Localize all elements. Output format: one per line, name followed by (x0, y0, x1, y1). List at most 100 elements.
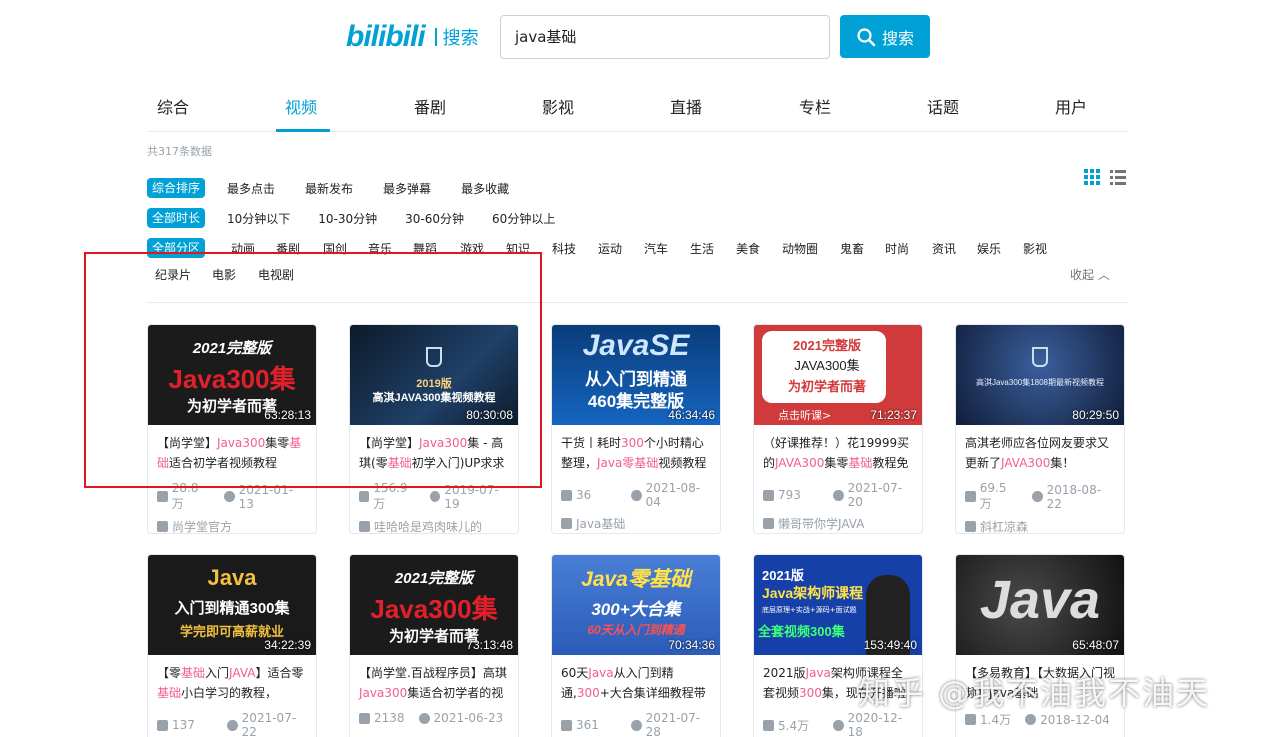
clock-icon (418, 712, 430, 724)
play-count-icon (763, 489, 774, 501)
video-title[interactable]: （好课推荐！）花19999买的JAVA300集零基础教程免 (754, 425, 922, 475)
sort-option[interactable]: 最多收藏 (461, 180, 509, 197)
zone-option[interactable]: 知识 (506, 240, 530, 257)
video-title[interactable]: 【零基础入门JAVA】适合零基础小白学习的教程， (148, 655, 316, 705)
video-duration: 73:13:48 (466, 638, 513, 652)
duration-option[interactable]: 60分钟以上 (492, 210, 555, 227)
zone-option[interactable]: 科技 (552, 240, 576, 257)
bilibili-logo[interactable]: bilibili 搜索 (346, 20, 479, 54)
video-thumbnail[interactable]: Java零基础 300+大合集 60天从入门到精通 70:34:36 (552, 555, 720, 655)
play-count-icon (561, 719, 572, 731)
zone-option[interactable]: 时尚 (885, 240, 909, 257)
video-card[interactable]: Java零基础 300+大合集 60天从入门到精通 70:34:36 60天Ja… (551, 554, 721, 737)
zone-option[interactable]: 动画 (231, 240, 255, 257)
video-thumbnail[interactable]: Java 入门到精通300集 学完即可高薪就业 34:22:39 (148, 555, 316, 655)
video-thumbnail[interactable]: 2021完整版 Java300集 为初学者而著 63:28:13 (148, 325, 316, 425)
zone-option[interactable]: 运动 (598, 240, 622, 257)
zone-option[interactable]: 游戏 (460, 240, 484, 257)
search-type-tabs: 综合 视频 番剧 影视 直播 专栏 话题 用户 (147, 86, 1127, 132)
uploader[interactable]: 斜杠凉森 (956, 512, 1124, 533)
zone-option[interactable]: 电影 (212, 266, 236, 283)
tab-topic[interactable]: 话题 (927, 94, 959, 118)
video-title[interactable]: 【尚学堂.百战程序员】高琪Java300集适合初学者的视 (350, 655, 518, 705)
zone-filter-row-2: 纪录片 电影 电视剧 (147, 264, 447, 284)
tab-bangumi[interactable]: 番剧 (414, 94, 446, 118)
video-card[interactable]: 2021完整版 JAVA300集 为初学者而著 点击听课> 71:23:37 （… (753, 324, 923, 534)
grid-view-icon[interactable] (1083, 168, 1101, 186)
video-thumbnail[interactable]: 2019版 高淇JAVA300集视频教程 80:30:08 (350, 325, 518, 425)
tab-user[interactable]: 用户 (1055, 94, 1087, 118)
sort-option[interactable]: 最新发布 (305, 180, 353, 197)
video-meta: 156.9万 2019-07-19 (350, 475, 518, 512)
video-card[interactable]: 高淇Java300集1808期最新视频教程 80:29:50 高淇老师应各位网友… (955, 324, 1125, 534)
video-meta: 28.8万 2021-01-13 (148, 475, 316, 512)
video-title[interactable]: 2021版Java架构师课程全套视频300集，现在开播啦 (754, 655, 922, 705)
sort-option[interactable]: 最多弹幕 (383, 180, 431, 197)
zone-option[interactable]: 纪录片 (155, 266, 191, 283)
duration-option[interactable]: 10-30分钟 (318, 210, 377, 227)
zone-option[interactable]: 生活 (690, 240, 714, 257)
zone-option[interactable]: 番剧 (276, 240, 300, 257)
zone-option[interactable]: 电视剧 (258, 266, 294, 283)
video-thumbnail[interactable]: 2021版 Java架构师课程 底层原理+实战+源码+面试题 全套视频300集 … (754, 555, 922, 655)
uploader[interactable]: 尚学堂官方 (148, 512, 316, 533)
zone-active[interactable]: 全部分区 (147, 238, 206, 258)
uploader-icon (965, 521, 976, 532)
play-count-icon (965, 491, 976, 502)
video-duration: 63:28:13 (264, 408, 311, 422)
video-card[interactable]: 2021完整版 Java300集 为初学者而著 73:13:48 【尚学堂.百战… (349, 554, 519, 737)
video-title[interactable]: 60天Java从入门到精通,300+大合集详细教程带 (552, 655, 720, 705)
video-thumbnail[interactable]: 高淇Java300集1808期最新视频教程 80:29:50 (956, 325, 1124, 425)
search-icon (857, 27, 876, 46)
tab-article[interactable]: 专栏 (799, 94, 831, 118)
video-meta: 793 2021-07-20 (754, 475, 922, 509)
search-button[interactable]: 搜索 (840, 15, 930, 58)
zone-option[interactable]: 鬼畜 (840, 240, 864, 257)
chevron-up-icon: ︿ (1097, 268, 1110, 282)
zone-option[interactable]: 动物圈 (782, 240, 818, 257)
search-input[interactable]: java基础 (500, 15, 830, 59)
duration-active[interactable]: 全部时长 (147, 208, 206, 228)
video-thumbnail[interactable]: 2021完整版 Java300集 为初学者而著 73:13:48 (350, 555, 518, 655)
uploader-icon (561, 518, 572, 529)
uploader[interactable]: 哇哈哈是鸡肉味儿的 (350, 512, 518, 533)
video-card[interactable]: JavaSE 从入门到精通 460集完整版 46:34:46 干货丨耗时300个… (551, 324, 721, 534)
uploader[interactable]: Java基础 (552, 509, 720, 532)
zone-option[interactable]: 音乐 (368, 240, 392, 257)
video-thumbnail[interactable]: JavaSE 从入门到精通 460集完整版 46:34:46 (552, 325, 720, 425)
list-view-icon[interactable] (1109, 168, 1127, 186)
video-card[interactable]: 2021完整版 Java300集 为初学者而著 63:28:13 【尚学堂】Ja… (147, 324, 317, 534)
zone-option[interactable]: 国创 (323, 240, 347, 257)
tab-all[interactable]: 综合 (157, 94, 189, 118)
zone-option[interactable]: 美食 (736, 240, 760, 257)
tab-video[interactable]: 视频 (285, 94, 317, 118)
video-card[interactable]: Java 入门到精通300集 学完即可高薪就业 34:22:39 【零基础入门J… (147, 554, 317, 737)
clock-icon (1025, 714, 1037, 725)
sort-option[interactable]: 最多点击 (227, 180, 275, 197)
video-title[interactable]: 【尚学堂】Java300集零基础适合初学者视频教程 (148, 425, 316, 475)
video-thumbnail[interactable]: Java 65:48:07 (956, 555, 1124, 655)
video-card[interactable]: 2021版 Java架构师课程 底层原理+实战+源码+面试题 全套视频300集 … (753, 554, 923, 737)
video-title[interactable]: 【多易教育】【大数据入门视频】Java基础 (956, 655, 1124, 705)
java-cup-icon (1032, 347, 1048, 367)
clock-icon (223, 491, 235, 502)
uploader[interactable]: 懒哥带你学JAVA (754, 509, 922, 532)
video-title[interactable]: 【尚学堂】Java300集 - 高琪(零基础初学入门)UP求求 (350, 425, 518, 475)
video-card[interactable]: Java 65:48:07 【多易教育】【大数据入门视频】Java基础 1.4万… (955, 554, 1125, 737)
video-meta: 361 2021-07-28 (552, 705, 720, 737)
video-thumbnail[interactable]: 2021完整版 JAVA300集 为初学者而著 点击听课> 71:23:37 (754, 325, 922, 425)
tab-live[interactable]: 直播 (670, 94, 702, 118)
tab-film[interactable]: 影视 (542, 94, 574, 118)
video-title[interactable]: 干货丨耗时300个小时精心整理，Java零基础视频教程 (552, 425, 720, 475)
zone-option[interactable]: 舞蹈 (413, 240, 437, 257)
zone-option[interactable]: 汽车 (644, 240, 668, 257)
sort-active[interactable]: 综合排序 (147, 178, 206, 198)
duration-option[interactable]: 10分钟以下 (227, 210, 290, 227)
zone-option[interactable]: 资讯 (932, 240, 956, 257)
duration-option[interactable]: 30-60分钟 (405, 210, 464, 227)
zone-option[interactable]: 影视 (1023, 240, 1047, 257)
video-title[interactable]: 高淇老师应各位网友要求又更新了JAVA300集！ (956, 425, 1124, 475)
video-card[interactable]: 2019版 高淇JAVA300集视频教程 80:30:08 【尚学堂】Java3… (349, 324, 519, 534)
zone-option[interactable]: 娱乐 (977, 240, 1001, 257)
collapse-filters-button[interactable]: 收起 ︿ (1070, 266, 1110, 283)
